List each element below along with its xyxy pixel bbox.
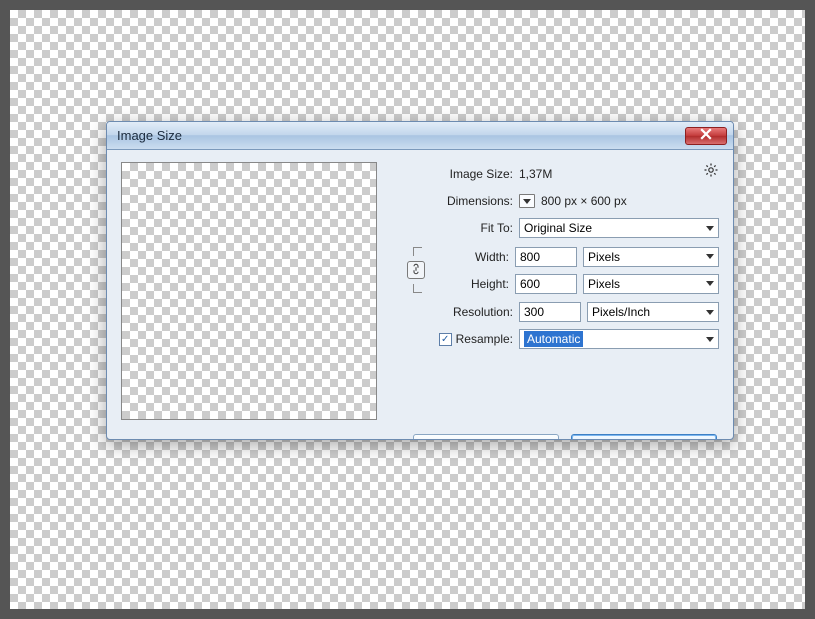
- ok-label: OK: [635, 438, 652, 440]
- chevron-down-icon: [523, 199, 531, 204]
- cancel-label: Cancel: [467, 438, 504, 440]
- height-label: Height:: [429, 277, 509, 291]
- width-label: Width:: [429, 250, 509, 264]
- width-unit-select[interactable]: Pixels: [583, 247, 719, 267]
- settings-button[interactable]: [703, 162, 719, 178]
- cancel-button[interactable]: Cancel: [413, 434, 559, 440]
- resolution-input[interactable]: [519, 302, 581, 322]
- dialog-titlebar[interactable]: Image Size: [107, 122, 733, 150]
- link-icon: [410, 263, 422, 278]
- dimensions-label: Dimensions:: [407, 194, 513, 208]
- fit-to-label: Fit To:: [407, 221, 513, 235]
- resolution-unit-value: Pixels/Inch: [592, 305, 650, 319]
- constrain-proportions-button[interactable]: [407, 261, 425, 279]
- image-preview: [121, 162, 377, 420]
- resolution-label: Resolution:: [407, 305, 513, 319]
- resample-checkbox[interactable]: ✓: [439, 333, 452, 346]
- fit-to-value: Original Size: [524, 221, 592, 235]
- image-size-dialog: Image Size Image Size:: [106, 121, 734, 440]
- chevron-down-icon: [706, 310, 714, 315]
- dialog-title: Image Size: [117, 128, 182, 143]
- image-size-value: 1,37M: [519, 167, 552, 181]
- close-button[interactable]: [685, 127, 727, 145]
- dimensions-value: 800 px × 600 px: [541, 194, 627, 208]
- close-icon: [700, 128, 712, 143]
- height-unit-value: Pixels: [588, 277, 620, 291]
- chevron-down-icon: [706, 254, 714, 259]
- resample-select[interactable]: Automatic: [519, 329, 719, 349]
- constrain-bracket: [409, 245, 425, 295]
- height-input[interactable]: [515, 274, 577, 294]
- ok-button[interactable]: OK: [571, 434, 717, 440]
- width-unit-value: Pixels: [588, 250, 620, 264]
- width-input[interactable]: [515, 247, 577, 267]
- height-unit-select[interactable]: Pixels: [583, 274, 719, 294]
- dimensions-unit-toggle[interactable]: [519, 194, 535, 208]
- chevron-down-icon: [706, 281, 714, 286]
- image-size-label: Image Size:: [407, 167, 513, 181]
- resolution-unit-select[interactable]: Pixels/Inch: [587, 302, 719, 322]
- resample-label: Resample:: [456, 332, 513, 346]
- resample-value: Automatic: [524, 331, 583, 347]
- chevron-down-icon: [706, 226, 714, 231]
- gear-icon: [703, 167, 719, 181]
- chevron-down-icon: [706, 337, 714, 342]
- fit-to-select[interactable]: Original Size: [519, 218, 719, 238]
